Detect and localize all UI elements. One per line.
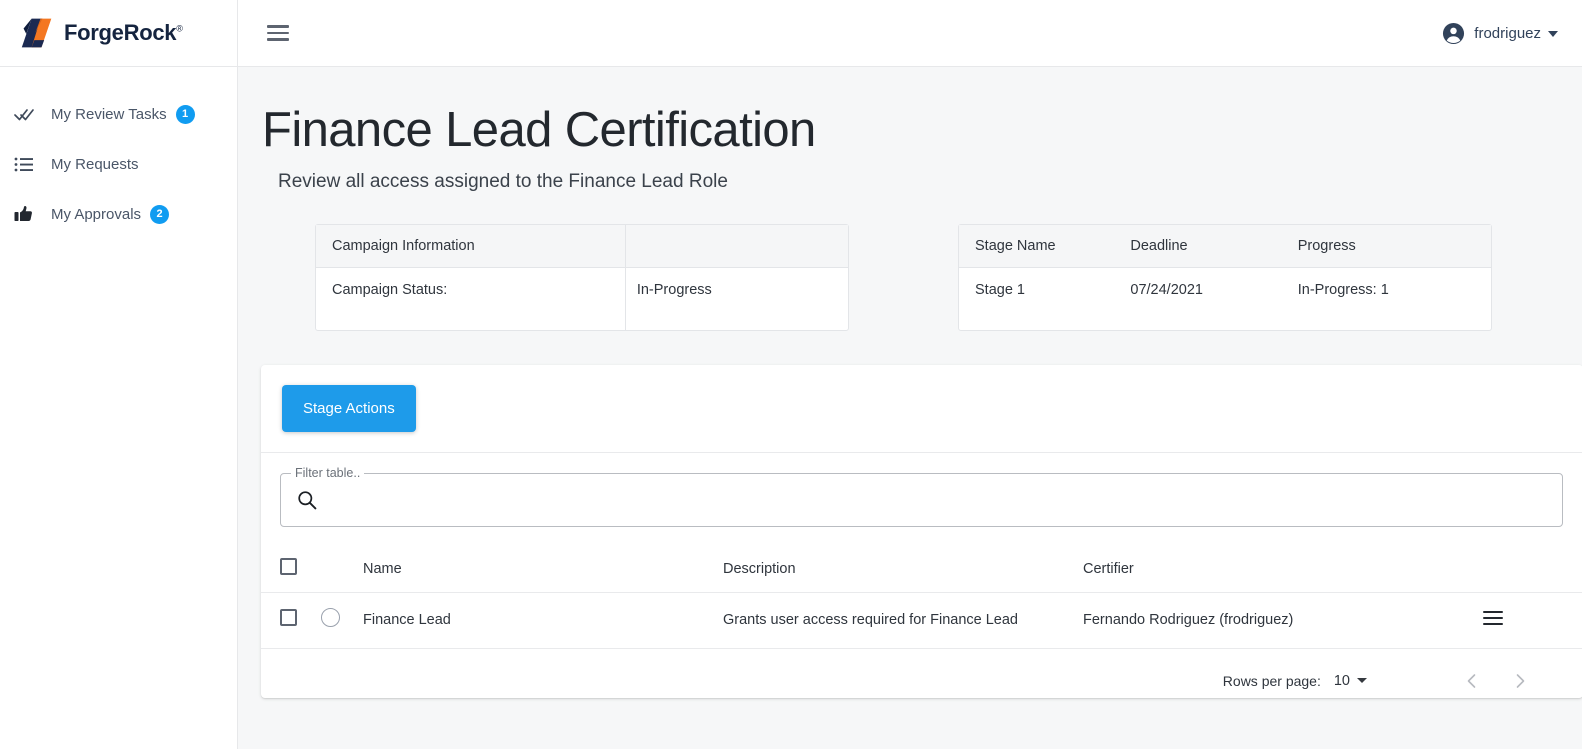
row-description: Grants user access required for Finance …: [723, 592, 1083, 649]
rows-per-page-value: 10: [1333, 672, 1350, 689]
topbar: frodriguez: [238, 0, 1582, 67]
forgerock-logo-icon: [21, 18, 52, 48]
stage-information-card: Stage Name Deadline Progress Stage 1 07/…: [958, 223, 1492, 331]
progress-header: Progress: [1297, 237, 1356, 254]
user-name-label: frodriguez: [1474, 24, 1541, 42]
checkbox-unchecked-icon[interactable]: [280, 558, 297, 575]
hamburger-bar: [267, 31, 289, 35]
deadline-value: 07/24/2021: [1130, 281, 1203, 298]
certifier-column-header: Certifier: [1083, 547, 1483, 593]
table-body: Finance Lead Grants user access required…: [261, 592, 1582, 649]
hamburger-bar: [267, 25, 289, 28]
sidebar-item-label: My Requests: [51, 155, 139, 173]
circle-outline-icon: [321, 608, 340, 628]
sidebar-badge: 1: [175, 104, 195, 124]
sidebar-item-my-review-tasks[interactable]: My Review Tasks 1: [0, 89, 237, 139]
hamburger-bar: [267, 38, 289, 41]
info-cards-row: Campaign Information Campaign Status: In…: [238, 223, 1582, 332]
campaign-status-value: In-Progress: [624, 267, 848, 330]
campaign-card-body-row: Campaign Status: In-Progress: [316, 267, 848, 330]
sidebar-badge: 2: [150, 204, 170, 224]
certification-table: Name Description Certifier Finance Lead …: [261, 547, 1582, 649]
user-menu-button[interactable]: frodriguez: [1442, 22, 1558, 45]
deadline-header: Deadline: [1130, 237, 1188, 254]
rows-per-page-label: Rows per page:: [1222, 672, 1321, 689]
campaign-information-header: Campaign Information: [332, 237, 475, 254]
previous-page-button[interactable]: [1455, 664, 1489, 698]
sidebar-item-my-requests[interactable]: My Requests: [0, 139, 237, 189]
campaign-header-spacer: [624, 224, 848, 267]
select-all-header: [261, 547, 321, 593]
row-menu-cell: [1483, 592, 1582, 649]
row-menu-bar: [1483, 610, 1503, 613]
page-subtitle: Review all access assigned to the Financ…: [278, 170, 728, 192]
status-icon-header: [321, 547, 363, 593]
campaign-status-label: Campaign Status:: [332, 281, 448, 298]
campaign-card-header-row: Campaign Information: [316, 224, 848, 268]
list-icon: [14, 154, 40, 174]
chevron-down-icon: [1548, 31, 1558, 37]
progress-value: In-Progress: 1: [1297, 281, 1389, 298]
thumbs-up-icon: [14, 204, 40, 224]
row-status-cell: [321, 592, 363, 649]
sidebar-item-label: My Approvals: [51, 205, 142, 223]
row-name: Finance Lead: [363, 592, 723, 649]
table-pagination: Rows per page: 10: [261, 649, 1582, 713]
chevron-left-icon: [1467, 673, 1476, 688]
table-header-row: Name Description Certifier: [261, 547, 1582, 593]
row-menu-bar: [1483, 622, 1503, 625]
certification-panel: Stage Actions Filter table.. Name Descri…: [261, 365, 1582, 698]
next-page-button[interactable]: [1503, 664, 1537, 698]
row-certifier: Fernando Rodriguez (frodriguez): [1083, 592, 1483, 649]
hamburger-menu-icon[interactable]: [267, 21, 289, 45]
checkbox-unchecked-icon[interactable]: [280, 609, 297, 627]
brand-name: ForgeRock®: [64, 20, 183, 45]
brand-logo[interactable]: ForgeRock®: [0, 0, 237, 67]
sidebar-nav: My Review Tasks 1 My Requests My Approva…: [0, 67, 237, 239]
stage-actions-button[interactable]: Stage Actions: [282, 385, 416, 432]
table-header: Name Description Certifier: [261, 547, 1582, 593]
page-title: Finance Lead Certification: [262, 103, 816, 157]
row-menu-bar: [1483, 616, 1503, 619]
filter-table-field: Filter table..: [280, 466, 1563, 527]
row-menu-icon[interactable]: [1483, 607, 1503, 629]
chevron-right-icon: [1516, 673, 1525, 688]
chevron-down-icon: [1357, 678, 1367, 683]
name-column-header: Name: [363, 547, 723, 593]
sidebar: ForgeRock® My Review Tasks 1 My Requests…: [0, 0, 238, 749]
table-row[interactable]: Finance Lead Grants user access required…: [261, 592, 1582, 649]
search-icon: [297, 490, 317, 515]
row-menu-column-header: [1483, 547, 1582, 593]
main-content: Finance Lead Certification Review all ac…: [238, 67, 1582, 749]
double-check-icon: [14, 104, 40, 124]
panel-toolbar: Stage Actions: [261, 365, 1582, 453]
stage-card-header-row: Stage Name Deadline Progress: [959, 224, 1491, 268]
rows-per-page-select[interactable]: 10: [1334, 673, 1367, 689]
description-column-header: Description: [723, 547, 1083, 593]
stage-name-value: Stage 1: [975, 281, 1025, 298]
campaign-information-card: Campaign Information Campaign Status: In…: [315, 223, 849, 331]
sidebar-item-my-approvals[interactable]: My Approvals 2: [0, 189, 237, 239]
sidebar-item-label: My Review Tasks: [51, 105, 167, 123]
stage-card-body-row: Stage 1 07/24/2021 In-Progress: 1: [959, 268, 1491, 330]
filter-table-input[interactable]: [328, 474, 1518, 524]
account-circle-icon: [1443, 22, 1465, 44]
row-checkbox-cell: [261, 592, 321, 649]
stage-name-header: Stage Name: [975, 237, 1056, 254]
